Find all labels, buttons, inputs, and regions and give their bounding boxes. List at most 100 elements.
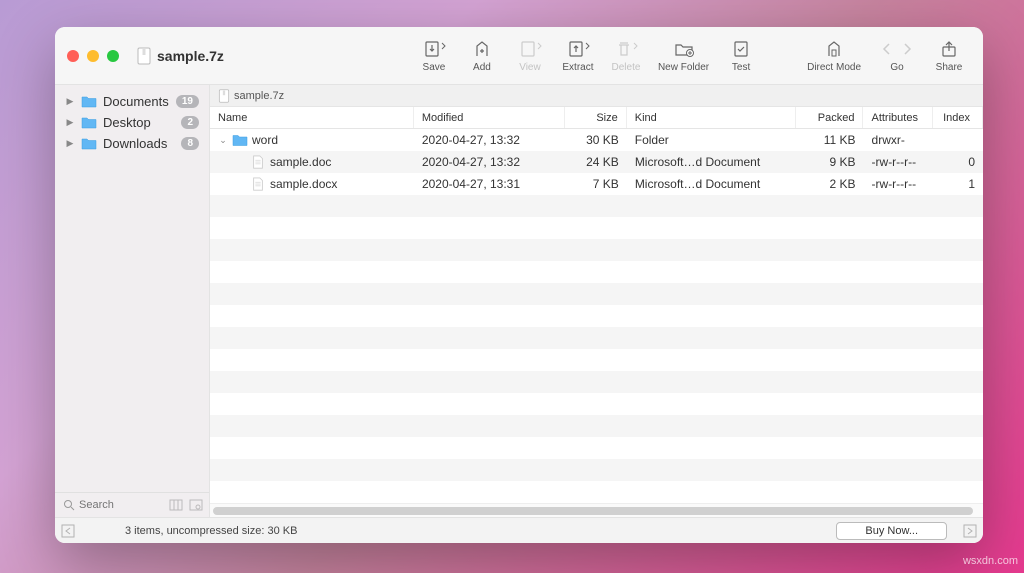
sidebar-item-downloads[interactable]: ▶ Downloads 8: [59, 133, 205, 154]
app-window: sample.7z Save Add View Extract Delete N…: [55, 27, 983, 543]
titlebar: sample.7z Save Add View Extract Delete N…: [55, 27, 983, 85]
delete-button: Delete: [604, 36, 648, 75]
delete-label: Delete: [612, 62, 641, 73]
table-row[interactable]: [210, 283, 983, 305]
traffic-lights: [67, 50, 119, 62]
sidebar-search[interactable]: [61, 497, 163, 513]
folder-icon: [81, 95, 97, 108]
horizontal-scrollbar[interactable]: [210, 503, 983, 517]
document-icon: [250, 155, 266, 169]
footer-panel-right-icon[interactable]: [963, 524, 977, 538]
scrollbar-thumb[interactable]: [213, 507, 973, 515]
share-button[interactable]: Share: [927, 36, 971, 75]
direct-mode-icon: [824, 39, 844, 59]
table-header: Name Modified Size Kind Packed Attribute…: [210, 107, 983, 129]
add-icon: [472, 39, 492, 59]
table-row[interactable]: [210, 349, 983, 371]
cell-modified: 2020-04-27, 13:32: [414, 133, 565, 147]
sidebar-item-desktop[interactable]: ▶ Desktop 2: [59, 112, 205, 133]
table-row[interactable]: [210, 481, 983, 503]
disclosure-triangle-icon[interactable]: ⌄: [218, 135, 228, 146]
view-icon: [517, 39, 543, 59]
go-label: Go: [890, 62, 903, 73]
cell-kind: Microsoft…d Document: [627, 155, 796, 169]
table-row[interactable]: [210, 393, 983, 415]
folder-icon: [232, 133, 248, 147]
document-icon: [250, 177, 266, 191]
cell-attributes: -rw-r--r--: [864, 177, 934, 191]
cell-index: 0: [933, 155, 983, 169]
zoom-button[interactable]: [107, 50, 119, 62]
buy-now-button[interactable]: Buy Now...: [836, 522, 947, 540]
breadcrumb[interactable]: sample.7z: [210, 85, 983, 107]
main-panel: sample.7z Name Modified Size Kind Packed…: [210, 85, 983, 517]
save-button[interactable]: Save: [412, 36, 456, 75]
table-row[interactable]: [210, 437, 983, 459]
new-folder-button[interactable]: New Folder: [652, 36, 715, 75]
cell-attributes: -rw-r--r--: [864, 155, 934, 169]
sidebar-item-documents[interactable]: ▶ Documents 19: [59, 91, 205, 112]
col-modified[interactable]: Modified: [414, 107, 565, 128]
table-row[interactable]: [210, 415, 983, 437]
search-input[interactable]: [79, 499, 139, 511]
sidebar-bottom: [55, 492, 209, 517]
test-button[interactable]: Test: [719, 36, 763, 75]
file-name: sample.docx: [270, 177, 337, 191]
close-button[interactable]: [67, 50, 79, 62]
col-packed[interactable]: Packed: [796, 107, 864, 128]
extract-label: Extract: [562, 62, 593, 73]
go-button[interactable]: Go: [871, 36, 923, 75]
breadcrumb-label: sample.7z: [234, 90, 284, 102]
table-row[interactable]: [210, 327, 983, 349]
col-size[interactable]: Size: [565, 107, 627, 128]
view-label: View: [519, 62, 541, 73]
table-row[interactable]: [210, 371, 983, 393]
direct-mode-button[interactable]: Direct Mode: [801, 36, 867, 75]
disclosure-triangle-icon[interactable]: ▶: [65, 117, 75, 128]
cell-kind: Folder: [627, 133, 796, 147]
col-name[interactable]: Name: [210, 107, 414, 128]
disclosure-triangle-icon[interactable]: ▶: [65, 138, 75, 149]
table-body: ⌄word2020-04-27, 13:3230 KBFolder11 KBdr…: [210, 129, 983, 503]
col-kind[interactable]: Kind: [627, 107, 796, 128]
table-row[interactable]: [210, 305, 983, 327]
table-row[interactable]: sample.doc2020-04-27, 13:3224 KBMicrosof…: [210, 151, 983, 173]
table-row[interactable]: [210, 459, 983, 481]
table-row[interactable]: [210, 261, 983, 283]
extract-button[interactable]: Extract: [556, 36, 600, 75]
preview-icon[interactable]: [189, 498, 203, 512]
table-row[interactable]: [210, 195, 983, 217]
minimize-button[interactable]: [87, 50, 99, 62]
share-label: Share: [936, 62, 963, 73]
cell-packed: 11 KB: [796, 133, 864, 147]
file-name: sample.doc: [270, 155, 331, 169]
table-row[interactable]: [210, 239, 983, 261]
table-row[interactable]: [210, 217, 983, 239]
cell-index: 1: [933, 177, 983, 191]
share-icon: [939, 39, 959, 59]
extract-icon: [565, 39, 591, 59]
test-icon: [731, 39, 751, 59]
add-button[interactable]: Add: [460, 36, 504, 75]
footer-panel-left-icon[interactable]: [61, 524, 75, 538]
cell-modified: 2020-04-27, 13:32: [414, 155, 565, 169]
delete-icon: [613, 39, 639, 59]
sidebar-label: Downloads: [103, 136, 167, 151]
col-attributes[interactable]: Attributes: [863, 107, 933, 128]
sidebar-list: ▶ Documents 19 ▶ Desktop 2 ▶ Downloads 8: [55, 85, 209, 492]
sidebar: ▶ Documents 19 ▶ Desktop 2 ▶ Downloads 8: [55, 85, 210, 517]
columns-icon[interactable]: [169, 498, 183, 512]
folder-icon: [81, 116, 97, 129]
view-button: View: [508, 36, 552, 75]
new-folder-label: New Folder: [658, 62, 709, 73]
table-row[interactable]: ⌄word2020-04-27, 13:3230 KBFolder11 KBdr…: [210, 129, 983, 151]
cell-size: 7 KB: [565, 177, 627, 191]
cell-size: 30 KB: [565, 133, 627, 147]
table-row[interactable]: sample.docx2020-04-27, 13:317 KBMicrosof…: [210, 173, 983, 195]
disclosure-triangle-icon[interactable]: ▶: [65, 96, 75, 107]
status-text: 3 items, uncompressed size: 30 KB: [125, 525, 297, 537]
col-index[interactable]: Index: [933, 107, 983, 128]
save-label: Save: [423, 62, 446, 73]
file-table: Name Modified Size Kind Packed Attribute…: [210, 107, 983, 517]
sidebar-label: Desktop: [103, 115, 151, 130]
